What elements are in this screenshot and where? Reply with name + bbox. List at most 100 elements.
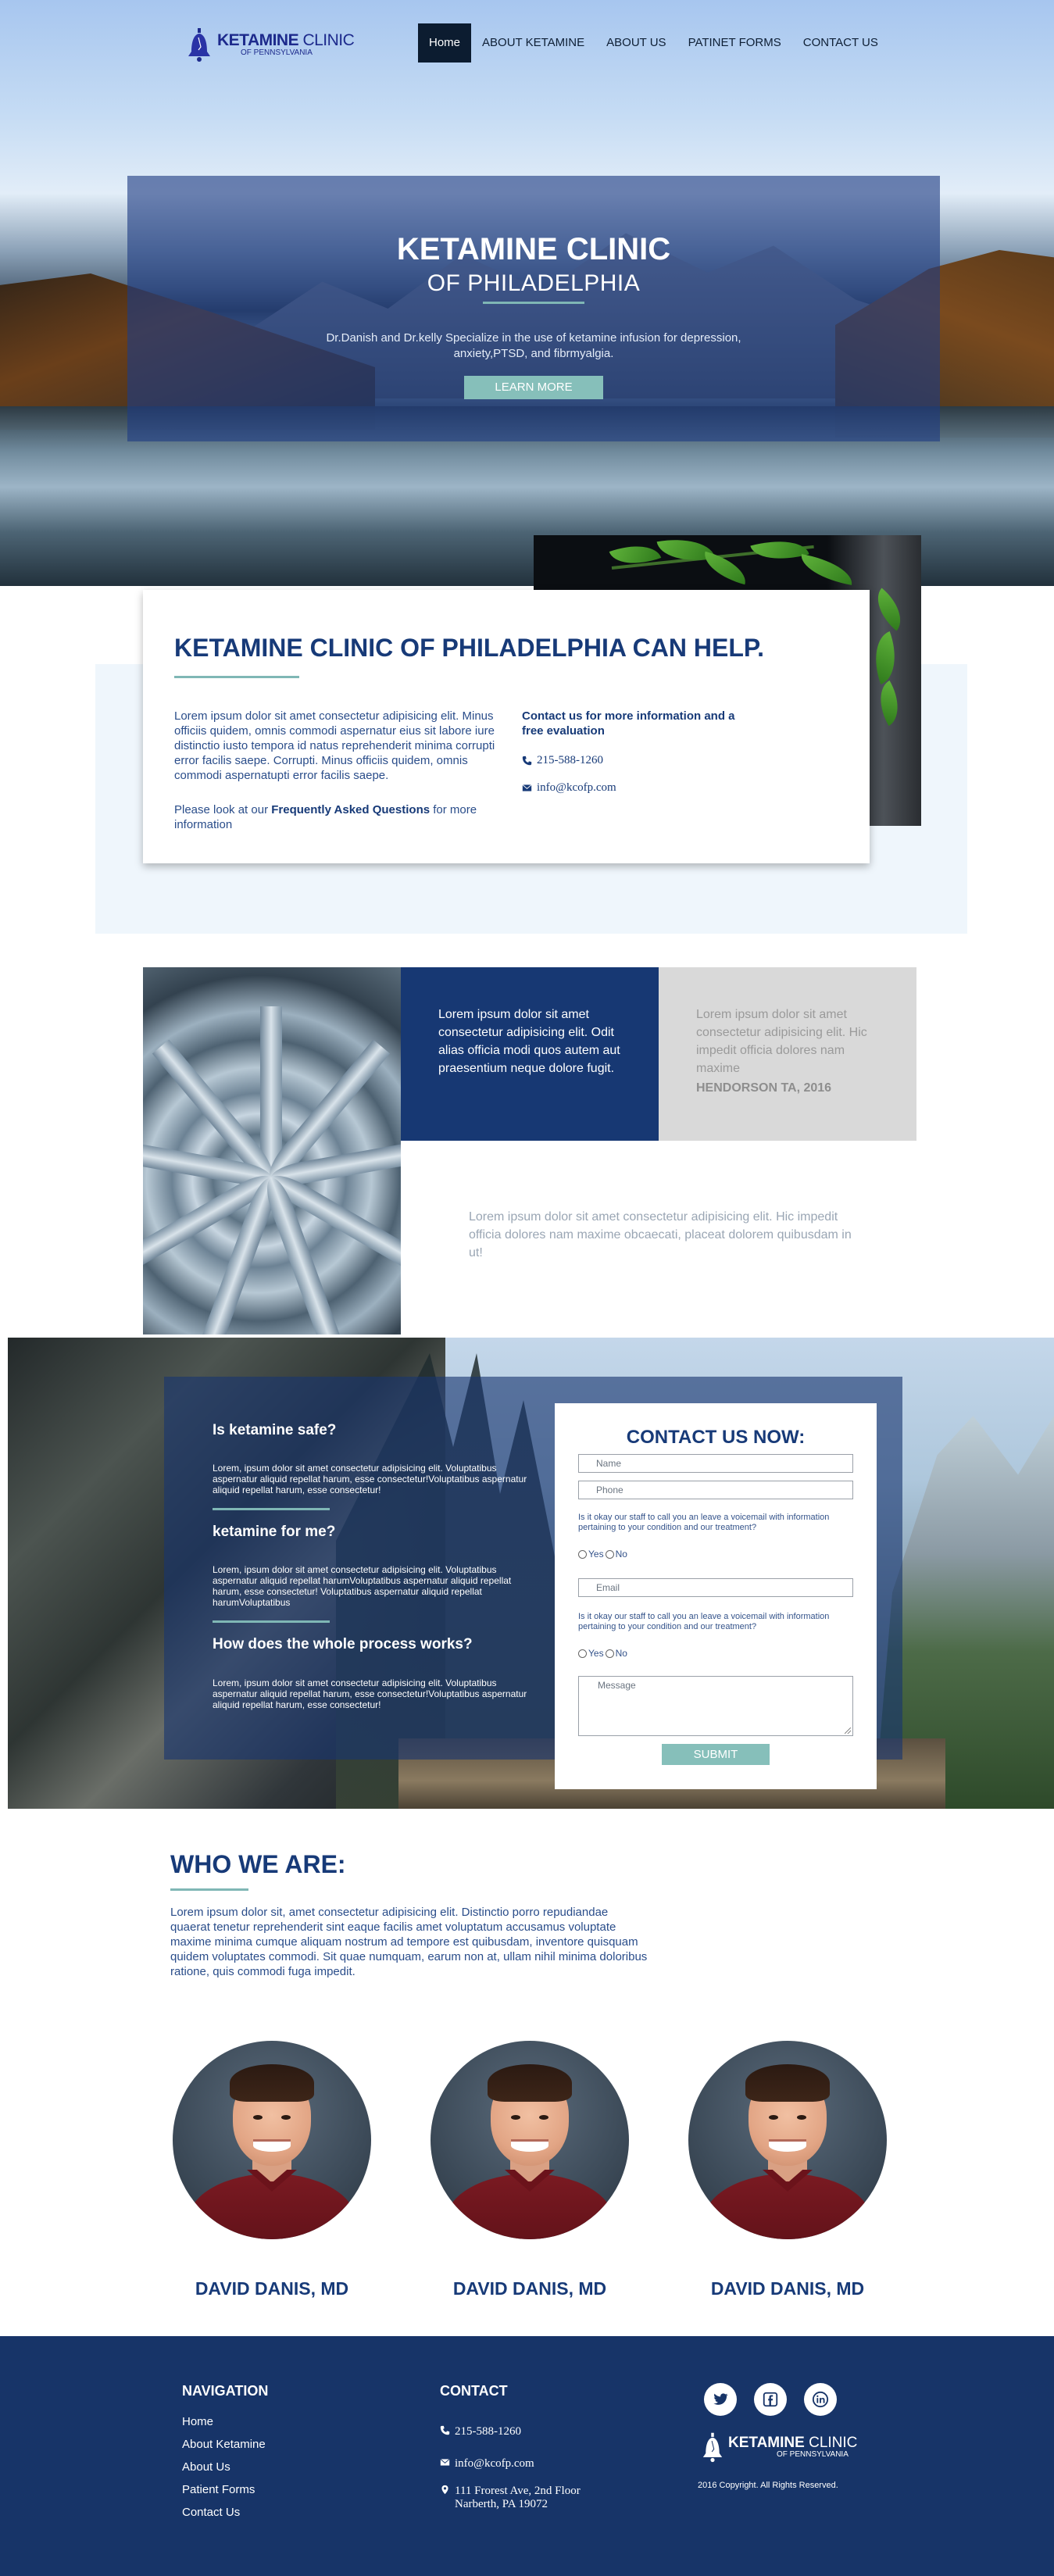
footer-link-about-us[interactable]: About Us <box>182 2460 266 2482</box>
footer-link-contact-us[interactable]: Contact Us <box>182 2505 266 2528</box>
help-email[interactable]: info@kcofp.com <box>522 781 616 795</box>
liberty-bell-icon <box>702 2432 723 2463</box>
testimonial-dark-text: Lorem ipsum dolor sit amet consectetur a… <box>438 1008 620 1075</box>
learn-more-button[interactable]: LEARN MORE <box>464 376 603 399</box>
footer-link-patient-forms[interactable]: Patient Forms <box>182 2482 266 2505</box>
footer-phone-number: 215-588-1260 <box>455 2425 521 2438</box>
logo-name-bold: KETAMINE <box>217 31 299 49</box>
faq-answer: Lorem, ipsum dolor sit amet consectetur … <box>213 1677 527 1710</box>
help-title: KETAMINE CLINIC OF PHILADELPHIA CAN HELP… <box>174 634 764 662</box>
yes-radio[interactable] <box>578 1549 587 1559</box>
footer-link-home[interactable]: Home <box>182 2414 266 2437</box>
footer-phone[interactable]: 215-588-1260 <box>440 2425 521 2438</box>
envelope-icon <box>440 2459 450 2466</box>
nav-patient-forms[interactable]: PATINET FORMS <box>677 23 792 63</box>
voicemail-question: Is it okay our staff to call you an leav… <box>578 1513 830 1532</box>
logo-name-light: CLINIC <box>298 31 355 49</box>
faq-divider <box>213 1620 330 1623</box>
message-textarea[interactable]: Message <box>578 1676 853 1736</box>
help-phone-number: 215-588-1260 <box>537 754 603 766</box>
who-text: Lorem ipsum dolor sit, amet consectetur … <box>170 1906 648 1978</box>
faq-prompt-prefix: Please look at our <box>174 803 272 816</box>
faq-divider <box>213 1508 330 1510</box>
copyright: 2016 Copyright. All Rights Reserved. <box>698 2481 838 2490</box>
voicemail-question: Is it okay our staff to call you an leav… <box>578 1612 830 1631</box>
footer: NAVIGATION Home About Ketamine About Us … <box>0 2336 1054 2576</box>
doctor-photo <box>173 2041 371 2239</box>
doctor-card[interactable]: DAVID DANIS, MD <box>688 2041 887 2299</box>
site-logo[interactable]: KETAMINE CLINIC OF PENNSYLVANIA <box>188 27 355 63</box>
hero-divider <box>483 302 584 304</box>
footer-address: 111 Frorest Ave, 2nd Floor Narberth, PA … <box>440 2485 581 2511</box>
faq-answer: Lorem, ipsum dolor sit amet consectetur … <box>213 1564 512 1608</box>
faq-link[interactable]: Frequently Asked Questions <box>271 803 430 816</box>
no-radio[interactable] <box>605 1549 614 1559</box>
who-title: WHO WE ARE: <box>170 1850 346 1878</box>
footer-logo-name-bold: KETAMINE <box>728 2435 805 2451</box>
help-phone[interactable]: 215-588-1260 <box>522 754 603 767</box>
hero-description: Dr.Danish and Dr.kelly Specialize in the… <box>326 331 741 360</box>
doctor-name: DAVID DANIS, MD <box>195 2278 349 2299</box>
resize-handle-icon[interactable] <box>845 1727 851 1734</box>
logo-subtitle: OF PENNSYLVANIA <box>241 48 313 57</box>
address-line-1: 111 Frorest Ave, 2nd Floor <box>455 2485 581 2497</box>
yes-label: Yes <box>588 1549 604 1560</box>
phone-icon <box>522 756 532 766</box>
message-placeholder: Message <box>598 1680 636 1691</box>
footer-email[interactable]: info@kcofp.com <box>440 2457 534 2471</box>
main-nav: Home ABOUT KETAMINE ABOUT US PATINET FOR… <box>418 23 889 63</box>
hero-section: KETAMINE CLINIC OF PENNSYLVANIA Home ABO… <box>0 0 1054 586</box>
contact-form: CONTACT US NOW: Name Phone Is it okay ou… <box>555 1403 877 1789</box>
facebook-icon[interactable] <box>754 2383 787 2416</box>
map-marker-icon <box>441 2485 448 2495</box>
nav-about-ketamine[interactable]: ABOUT KETAMINE <box>471 23 595 63</box>
no-radio[interactable] <box>605 1649 614 1658</box>
faq-question: How does the whole process works? <box>213 1636 473 1652</box>
help-contact-title: Contact us for more information and a fr… <box>522 709 735 738</box>
faq-prompt: Please look at our Frequently Asked Ques… <box>174 802 502 832</box>
nav-contact-us[interactable]: CONTACT US <box>792 23 889 63</box>
testimonial-dark: Lorem ipsum dolor sit amet consectetur a… <box>401 967 659 1141</box>
footer-logo[interactable]: KETAMINE CLINIC OF PENNSYLVANIA <box>702 2431 857 2463</box>
hero-subtitle: OF PHILADELPHIA <box>427 270 641 296</box>
help-divider <box>174 676 299 678</box>
footer-nav-title: NAVIGATION <box>182 2383 269 2399</box>
testimonial-grey-text: Lorem ipsum dolor sit amet consectetur a… <box>696 1008 867 1075</box>
yes-label: Yes <box>588 1648 604 1659</box>
hero-title: KETAMINE CLINIC <box>396 232 671 266</box>
phone-icon <box>440 2425 450 2435</box>
name-input[interactable]: Name <box>578 1454 853 1473</box>
address-line-2: Narberth, PA 19072 <box>455 2498 548 2510</box>
footer-logo-name-light: CLINIC <box>804 2435 858 2451</box>
doctor-photo <box>688 2041 887 2239</box>
voicemail-radio-group: Yes No <box>578 1648 627 1659</box>
no-label: No <box>615 1549 627 1560</box>
email-input[interactable]: Email <box>578 1578 853 1597</box>
footer-logo-subtitle: OF PENNSYLVANIA <box>777 2450 849 2459</box>
submit-button[interactable]: SUBMIT <box>662 1744 770 1765</box>
hero-banner: KETAMINE CLINIC OF PHILADELPHIA Dr.Danis… <box>127 176 940 441</box>
help-card: KETAMINE CLINIC OF PHILADELPHIA CAN HELP… <box>143 590 870 863</box>
faq-question: Is ketamine safe? <box>213 1422 337 1438</box>
footer-link-about-ketamine[interactable]: About Ketamine <box>182 2437 266 2460</box>
no-label: No <box>615 1648 627 1659</box>
footer-email-address: info@kcofp.com <box>455 2457 534 2470</box>
twitter-icon[interactable] <box>704 2383 737 2416</box>
voicemail-radio-group: Yes No <box>578 1549 627 1560</box>
envelope-icon <box>522 784 532 791</box>
nav-about-us[interactable]: ABOUT US <box>595 23 677 63</box>
testimonial-author: HENDORSON TA, 2016 <box>696 1081 832 1095</box>
contact-form-title: CONTACT US NOW: <box>626 1427 806 1448</box>
testimonial-plain-text: Lorem ipsum dolor sit amet consectetur a… <box>469 1210 852 1259</box>
footer-contact-title: CONTACT <box>440 2383 508 2399</box>
phone-input[interactable]: Phone <box>578 1481 853 1499</box>
help-paragraph: Lorem ipsum dolor sit amet consectetur a… <box>174 709 495 782</box>
doctor-card[interactable]: DAVID DANIS, MD <box>431 2041 629 2299</box>
agave-plant-image <box>143 967 401 1334</box>
doctor-photo <box>431 2041 629 2239</box>
nav-home[interactable]: Home <box>418 23 472 63</box>
doctor-card[interactable]: DAVID DANIS, MD <box>173 2041 371 2299</box>
yes-radio[interactable] <box>578 1649 587 1658</box>
who-divider <box>170 1888 248 1891</box>
linkedin-icon[interactable] <box>804 2383 837 2416</box>
